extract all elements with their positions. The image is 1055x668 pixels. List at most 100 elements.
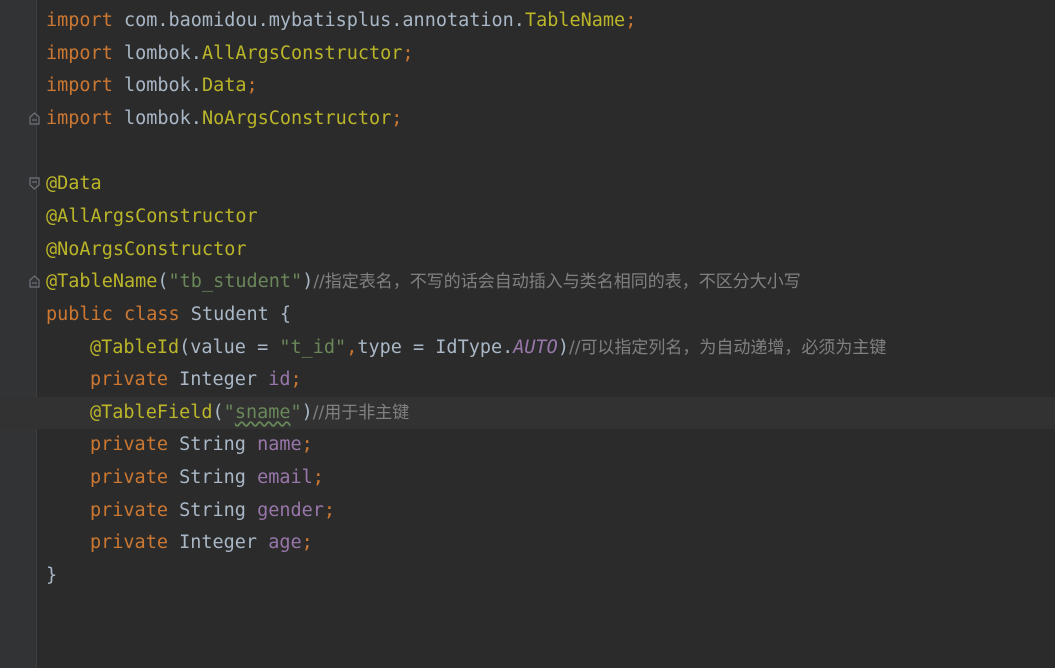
code-line-text: import lombok.Data;	[46, 70, 258, 102]
code-line-import-noargs[interactable]: import lombok.NoArgsConstructor;	[0, 103, 1055, 135]
code-line-field-name[interactable]: private String name;	[0, 429, 1055, 461]
code-line-text: }	[46, 560, 57, 592]
code-token: public	[46, 303, 113, 325]
code-token: (	[212, 401, 224, 423]
code-token: @Data	[46, 173, 102, 195]
code-token: Integer	[167, 532, 269, 554]
code-token: )	[302, 271, 314, 293]
code-token: 指定表名，不写的话会自动插入与类名相同的表，不区分大小写	[324, 272, 801, 293]
code-token: sname	[234, 401, 291, 423]
code-token: ;	[301, 532, 313, 554]
code-token: @NoArgsConstructor	[46, 238, 247, 260]
code-token: AllArgsConstructor	[201, 42, 403, 64]
fold-end-icon[interactable]	[29, 112, 40, 125]
code-token: private	[90, 532, 168, 554]
fold-end-icon[interactable]	[29, 275, 40, 288]
code-line-text: import lombok.AllArgsConstructor;	[46, 38, 414, 70]
code-token: @TableName	[46, 271, 158, 293]
code-token: import	[46, 107, 113, 129]
code-token: private	[90, 369, 168, 391]
code-line-annotation-data[interactable]: @Data	[0, 168, 1055, 200]
code-token: import	[46, 10, 113, 31]
code-token: class	[123, 303, 180, 325]
code-line-annotation-allargs[interactable]: @AllArgsConstructor	[0, 201, 1055, 233]
code-token: gender	[257, 499, 324, 521]
code-token: email	[257, 467, 313, 489]
code-line-class-decl[interactable]: public class Student {	[0, 299, 1055, 331]
code-token: import	[46, 75, 113, 97]
code-token: //	[313, 272, 325, 293]
code-token: (value =	[179, 336, 280, 358]
code-line-text: private String name;	[90, 429, 313, 461]
code-line-text: import lombok.NoArgsConstructor;	[46, 103, 402, 135]
code-token: import	[46, 42, 113, 64]
code-token: "	[223, 401, 235, 423]
code-token: ;	[323, 499, 336, 521]
code-token: //	[568, 337, 581, 358]
code-line-field-id[interactable]: private Integer id;	[0, 364, 1055, 396]
code-line-field-email[interactable]: private String email;	[0, 462, 1055, 494]
code-line-text: @TableId(value = "t_id",type = IdType.AU…	[90, 332, 886, 364]
code-line-blank-1[interactable]	[0, 136, 1055, 168]
code-line-field-age[interactable]: private Integer age;	[0, 527, 1055, 559]
code-line-text: private String gender;	[90, 495, 335, 527]
code-token: //	[312, 402, 325, 423]
code-token: Data	[201, 75, 247, 97]
code-token: private	[90, 499, 168, 521]
fold-start-icon[interactable]	[29, 177, 40, 191]
code-token: 用于非主键	[324, 402, 410, 423]
code-token: )	[301, 401, 313, 423]
code-line-text: private String email;	[90, 462, 324, 494]
code-token: ;	[301, 434, 313, 456]
code-token: com.baomidou.mybatisplus.annotation.	[112, 10, 525, 31]
code-editor[interactable]: import com.baomidou.mybatisplus.annotati…	[0, 0, 1055, 668]
code-line-text: public class Student {	[46, 299, 291, 331]
code-token: ;	[625, 10, 637, 31]
code-line-text: @NoArgsConstructor	[46, 234, 246, 266]
code-token: private	[90, 434, 168, 456]
code-line-field-gender[interactable]: private String gender;	[0, 495, 1055, 527]
code-line-text: @Data	[46, 168, 102, 200]
code-area[interactable]: import com.baomidou.mybatisplus.annotati…	[0, 0, 1055, 668]
code-token: ;	[402, 42, 414, 64]
code-token: ;	[246, 75, 258, 97]
code-token: "t_id"	[279, 336, 347, 358]
code-token: NoArgsConstructor	[201, 107, 392, 129]
code-token: type = IdType.	[357, 336, 514, 358]
code-token: private	[90, 467, 168, 489]
code-line-import-tablename[interactable]: import com.baomidou.mybatisplus.annotati…	[0, 5, 1055, 37]
code-token: Integer	[167, 369, 269, 391]
code-line-import-data[interactable]: import lombok.Data;	[0, 70, 1055, 102]
code-token: id	[268, 369, 291, 391]
code-token: AUTO	[513, 336, 558, 358]
code-line-class-close[interactable]: }	[0, 560, 1055, 592]
code-line-text: private Integer age;	[90, 527, 313, 559]
code-token: ;	[290, 369, 302, 391]
code-line-annotation-tableid[interactable]: @TableId(value = "t_id",type = IdType.AU…	[0, 332, 1055, 364]
code-token: (	[157, 271, 169, 293]
code-token: ,	[346, 336, 358, 358]
code-line-text: @AllArgsConstructor	[46, 201, 258, 233]
code-token: lombok.	[112, 42, 202, 64]
code-line-text: import com.baomidou.mybatisplus.annotati…	[46, 5, 636, 37]
code-line-import-allargs[interactable]: import lombok.AllArgsConstructor;	[0, 38, 1055, 70]
code-token: )	[557, 336, 569, 358]
code-token: age	[268, 532, 302, 554]
code-token: lombok.	[112, 107, 202, 129]
code-line-annotation-noargs[interactable]: @NoArgsConstructor	[0, 234, 1055, 266]
code-line-text: @TableName("tb_student")//指定表名，不写的话会自动插入…	[46, 266, 801, 298]
code-token: ;	[391, 107, 403, 129]
code-line-annotation-tablename[interactable]: @TableName("tb_student")//指定表名，不写的话会自动插入…	[0, 266, 1055, 298]
code-token: name	[257, 434, 302, 456]
code-token: }	[46, 565, 58, 587]
code-line-annotation-tablefield[interactable]: @TableField("sname")//用于非主键	[0, 396, 1055, 429]
code-token: TableName	[524, 10, 626, 31]
code-token: ;	[312, 467, 324, 489]
code-token: @AllArgsConstructor	[46, 205, 258, 227]
code-token: String	[167, 434, 258, 456]
code-token: "tb_student"	[168, 271, 303, 293]
code-token: String	[167, 467, 258, 489]
code-token: 可以指定列名，为自动递增，必须为主键	[580, 337, 887, 358]
code-token: String	[167, 499, 258, 521]
